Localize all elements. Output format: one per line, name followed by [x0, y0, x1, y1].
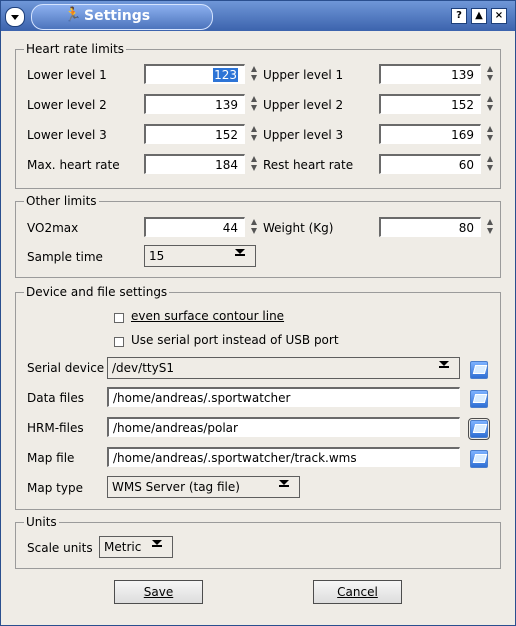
hrm-files-label: HRM-files: [27, 421, 84, 435]
upper-level-3-stepper[interactable]: [483, 124, 493, 144]
serial-device-dropdown[interactable]: /dev/ttyS1: [107, 357, 460, 379]
other-limits-group: Other limits: [15, 194, 501, 278]
save-button[interactable]: Save: [114, 580, 203, 604]
lower-level-1-input[interactable]: 123: [144, 64, 245, 84]
serial-device-label: Serial device: [27, 361, 105, 375]
map-file-label: Map file: [27, 451, 75, 465]
units-group-title: Units: [24, 515, 59, 529]
window-title-tab[interactable]: 🏃 Settings: [31, 4, 213, 30]
settings-window: 🏃 Settings ? ▲ × Heart rate limits Lower…: [0, 0, 516, 626]
window-menu-button[interactable]: [5, 7, 25, 27]
data-files-input[interactable]: /home/andreas/.sportwatcher: [107, 387, 460, 407]
map-type-dropdown[interactable]: WMS Server (tag file): [107, 476, 300, 498]
sample-time-value: 15: [149, 249, 165, 263]
rest-heart-rate-label: Rest heart rate: [263, 158, 354, 172]
chevron-down-icon: [279, 480, 289, 487]
max-heart-rate-input[interactable]: 184: [144, 154, 245, 174]
window-title: Settings: [84, 8, 151, 24]
serial-device-value: /dev/ttyS1: [112, 361, 174, 375]
vo2max-input[interactable]: 44: [144, 217, 245, 237]
upper-level-1-stepper[interactable]: [483, 64, 493, 84]
help-button[interactable]: ?: [451, 8, 467, 24]
lower-level-3-input[interactable]: 152: [144, 124, 245, 144]
lower-level-1-stepper[interactable]: [247, 64, 257, 84]
upper-level-3-label: Upper level 3: [263, 128, 344, 142]
device-settings-group-title: Device and file settings: [24, 285, 170, 299]
use-serial-port-checkbox[interactable]: [114, 337, 124, 347]
use-serial-port-label: Use serial port instead of USB port: [131, 333, 339, 347]
sample-time-dropdown[interactable]: 15: [144, 245, 256, 267]
upper-level-3-input[interactable]: 169: [379, 124, 481, 144]
lower-level-2-input[interactable]: 139: [144, 94, 245, 114]
map-type-value: WMS Server (tag file): [112, 480, 240, 494]
scale-units-value: Metric: [104, 540, 142, 554]
shade-button[interactable]: ▲: [471, 8, 487, 24]
app-runner-icon: 🏃: [64, 7, 82, 23]
map-type-label: Map type: [27, 481, 83, 495]
close-button[interactable]: ×: [491, 8, 507, 24]
chevron-down-icon: [439, 361, 449, 368]
lower-level-3-label: Lower level 3: [27, 128, 107, 142]
upper-level-1-input[interactable]: 139: [379, 64, 481, 84]
other-limits-group-title: Other limits: [24, 194, 99, 208]
folder-icon[interactable]: [470, 361, 488, 379]
titlebar: 🏃 Settings ? ▲ ×: [1, 1, 515, 31]
chevron-down-icon: [235, 249, 245, 256]
folder-icon[interactable]: [470, 390, 488, 408]
scale-units-dropdown[interactable]: Metric: [99, 536, 173, 558]
weight-stepper[interactable]: [483, 217, 493, 237]
even-contour-label: even surface contour line: [131, 309, 285, 323]
vo2max-stepper[interactable]: [247, 217, 257, 237]
upper-level-1-label: Upper level 1: [263, 68, 344, 82]
upper-level-2-input[interactable]: 152: [379, 94, 481, 114]
scale-units-label: Scale units: [27, 541, 93, 555]
sample-time-label: Sample time: [27, 250, 103, 264]
hrm-files-input[interactable]: /home/andreas/polar: [107, 417, 460, 437]
rest-heart-rate-stepper[interactable]: [483, 154, 493, 174]
max-heart-rate-label: Max. heart rate: [27, 158, 120, 172]
upper-level-2-label: Upper level 2: [263, 98, 344, 112]
folder-icon[interactable]: [468, 418, 490, 440]
lower-level-3-stepper[interactable]: [247, 124, 257, 144]
cancel-button[interactable]: Cancel: [313, 580, 402, 604]
heart-rate-group-title: Heart rate limits: [24, 42, 127, 56]
rest-heart-rate-input[interactable]: 60: [379, 154, 481, 174]
map-file-input[interactable]: /home/andreas/.sportwatcher/track.wms: [107, 447, 460, 467]
even-contour-checkbox[interactable]: [114, 313, 124, 323]
weight-label: Weight (Kg): [263, 221, 334, 235]
upper-level-2-stepper[interactable]: [483, 94, 493, 114]
max-heart-rate-stepper[interactable]: [247, 154, 257, 174]
lower-level-2-label: Lower level 2: [27, 98, 107, 112]
weight-input[interactable]: 80: [379, 217, 481, 237]
chevron-down-icon: [152, 540, 162, 547]
folder-icon[interactable]: [470, 450, 488, 468]
data-files-label: Data files: [27, 391, 84, 405]
lower-level-2-stepper[interactable]: [247, 94, 257, 114]
lower-level-1-label: Lower level 1: [27, 68, 107, 82]
vo2max-label: VO2max: [27, 221, 79, 235]
